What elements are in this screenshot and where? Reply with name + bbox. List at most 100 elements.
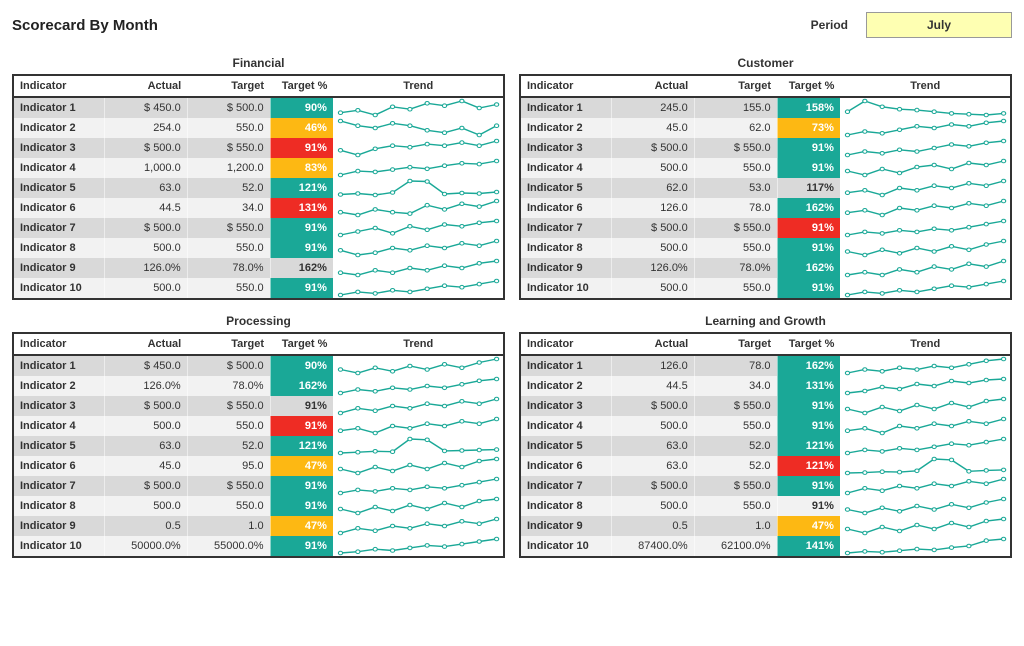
indicator-cell: Indicator 10 bbox=[520, 278, 611, 299]
actual-cell: 126.0% bbox=[104, 258, 187, 278]
col-actual: Actual bbox=[611, 75, 694, 97]
actual-cell: $ 450.0 bbox=[104, 97, 187, 118]
col-target-pct: Target % bbox=[270, 75, 333, 97]
table-row: Indicator 2 44.5 34.0 131% bbox=[520, 376, 1011, 396]
actual-cell: $ 500.0 bbox=[104, 396, 187, 416]
actual-cell: $ 450.0 bbox=[104, 355, 187, 376]
target-pct-cell: 158% bbox=[777, 97, 840, 118]
target-cell: $ 500.0 bbox=[187, 97, 270, 118]
target-pct-cell: 91% bbox=[270, 396, 333, 416]
actual-cell: 126.0% bbox=[104, 376, 187, 396]
trend-cell bbox=[333, 97, 504, 118]
actual-cell: $ 500.0 bbox=[104, 218, 187, 238]
col-indicator: Indicator bbox=[13, 333, 104, 355]
target-pct-cell: 91% bbox=[777, 218, 840, 238]
actual-cell: 500.0 bbox=[104, 278, 187, 299]
indicator-cell: Indicator 3 bbox=[520, 396, 611, 416]
actual-cell: 500.0 bbox=[611, 158, 694, 178]
trend-cell bbox=[333, 516, 504, 536]
target-cell: 62.0 bbox=[694, 118, 777, 138]
trend-cell bbox=[840, 218, 1011, 238]
actual-cell: 500.0 bbox=[611, 496, 694, 516]
actual-cell: $ 500.0 bbox=[104, 476, 187, 496]
table-row: Indicator 3 $ 500.0 $ 550.0 91% bbox=[520, 138, 1011, 158]
target-pct-cell: 121% bbox=[270, 436, 333, 456]
target-cell: 62100.0% bbox=[694, 536, 777, 557]
trend-cell bbox=[840, 476, 1011, 496]
actual-cell: 500.0 bbox=[104, 238, 187, 258]
indicator-cell: Indicator 3 bbox=[520, 138, 611, 158]
trend-cell bbox=[333, 496, 504, 516]
panel-processing: Processing Indicator Actual Target Targe… bbox=[12, 314, 505, 558]
actual-cell: 44.5 bbox=[104, 198, 187, 218]
indicator-cell: Indicator 10 bbox=[520, 536, 611, 557]
table-row: Indicator 7 $ 500.0 $ 550.0 91% bbox=[520, 476, 1011, 496]
target-cell: 155.0 bbox=[694, 97, 777, 118]
col-indicator: Indicator bbox=[520, 333, 611, 355]
target-cell: $ 550.0 bbox=[694, 138, 777, 158]
trend-cell bbox=[333, 238, 504, 258]
target-cell: 550.0 bbox=[694, 238, 777, 258]
target-pct-cell: 91% bbox=[270, 238, 333, 258]
col-indicator: Indicator bbox=[520, 75, 611, 97]
col-actual: Actual bbox=[104, 333, 187, 355]
actual-cell: 254.0 bbox=[104, 118, 187, 138]
target-pct-cell: 91% bbox=[270, 496, 333, 516]
indicator-cell: Indicator 8 bbox=[13, 238, 104, 258]
trend-cell bbox=[333, 138, 504, 158]
target-pct-cell: 73% bbox=[777, 118, 840, 138]
table-row: Indicator 1 $ 450.0 $ 500.0 90% bbox=[13, 97, 504, 118]
trend-cell bbox=[840, 97, 1011, 118]
indicator-cell: Indicator 7 bbox=[13, 476, 104, 496]
actual-cell: 44.5 bbox=[611, 376, 694, 396]
target-cell: $ 550.0 bbox=[187, 476, 270, 496]
actual-cell: 245.0 bbox=[611, 97, 694, 118]
target-pct-cell: 91% bbox=[270, 278, 333, 299]
table-row: Indicator 5 63.0 52.0 121% bbox=[520, 436, 1011, 456]
panel-customer: Customer Indicator Actual Target Target … bbox=[519, 56, 1012, 300]
indicator-cell: Indicator 3 bbox=[13, 396, 104, 416]
actual-cell: 87400.0% bbox=[611, 536, 694, 557]
indicator-cell: Indicator 9 bbox=[520, 258, 611, 278]
table-row: Indicator 10 500.0 550.0 91% bbox=[520, 278, 1011, 299]
target-pct-cell: 91% bbox=[270, 218, 333, 238]
target-cell: 78.0 bbox=[694, 355, 777, 376]
table-row: Indicator 1 $ 450.0 $ 500.0 90% bbox=[13, 355, 504, 376]
target-cell: 1,200.0 bbox=[187, 158, 270, 178]
indicator-cell: Indicator 1 bbox=[13, 97, 104, 118]
target-pct-cell: 47% bbox=[777, 516, 840, 536]
panel-title: Customer bbox=[519, 56, 1012, 70]
trend-cell bbox=[333, 278, 504, 299]
indicator-cell: Indicator 10 bbox=[13, 278, 104, 299]
table-row: Indicator 6 44.5 34.0 131% bbox=[13, 198, 504, 218]
actual-cell: 126.0 bbox=[611, 198, 694, 218]
target-pct-cell: 121% bbox=[777, 456, 840, 476]
target-pct-cell: 162% bbox=[777, 258, 840, 278]
target-pct-cell: 162% bbox=[777, 355, 840, 376]
target-pct-cell: 91% bbox=[270, 416, 333, 436]
target-pct-cell: 91% bbox=[777, 238, 840, 258]
actual-cell: 63.0 bbox=[611, 436, 694, 456]
target-pct-cell: 91% bbox=[777, 476, 840, 496]
col-target: Target bbox=[187, 333, 270, 355]
header: Scorecard By Month Period July bbox=[12, 12, 1012, 38]
trend-cell bbox=[333, 355, 504, 376]
table-row: Indicator 7 $ 500.0 $ 550.0 91% bbox=[13, 476, 504, 496]
table-row: Indicator 8 500.0 550.0 91% bbox=[13, 496, 504, 516]
page-title: Scorecard By Month bbox=[12, 17, 158, 34]
trend-cell bbox=[333, 158, 504, 178]
target-cell: 550.0 bbox=[694, 278, 777, 299]
trend-cell bbox=[840, 238, 1011, 258]
actual-cell: 500.0 bbox=[611, 278, 694, 299]
trend-cell bbox=[840, 496, 1011, 516]
trend-cell bbox=[333, 396, 504, 416]
indicator-cell: Indicator 2 bbox=[13, 118, 104, 138]
table-row: Indicator 5 63.0 52.0 121% bbox=[13, 436, 504, 456]
indicator-cell: Indicator 6 bbox=[13, 456, 104, 476]
target-cell: 78.0% bbox=[187, 376, 270, 396]
period-dropdown[interactable]: July bbox=[866, 12, 1012, 38]
table-row: Indicator 6 45.0 95.0 47% bbox=[13, 456, 504, 476]
table-row: Indicator 8 500.0 550.0 91% bbox=[13, 238, 504, 258]
target-cell: $ 550.0 bbox=[187, 396, 270, 416]
trend-cell bbox=[333, 416, 504, 436]
